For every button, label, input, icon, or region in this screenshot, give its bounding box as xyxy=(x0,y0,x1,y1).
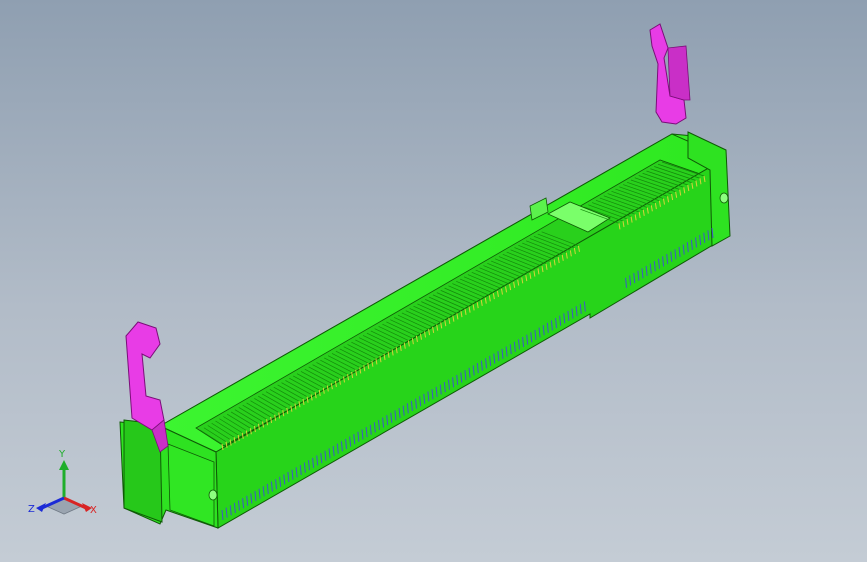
y-axis-arrow xyxy=(59,460,69,470)
x-axis-label: X xyxy=(90,505,97,516)
left-boss xyxy=(208,489,218,501)
z-axis-label: Z xyxy=(28,504,35,515)
front-face xyxy=(215,157,729,529)
y-axis-label: Y xyxy=(59,449,66,460)
right-boss xyxy=(719,192,729,204)
connector-model[interactable] xyxy=(0,0,867,562)
graphics-viewport[interactable]: Y Z X xyxy=(0,0,867,562)
right-latch[interactable] xyxy=(649,23,691,125)
view-triad[interactable]: Y Z X xyxy=(24,448,104,520)
